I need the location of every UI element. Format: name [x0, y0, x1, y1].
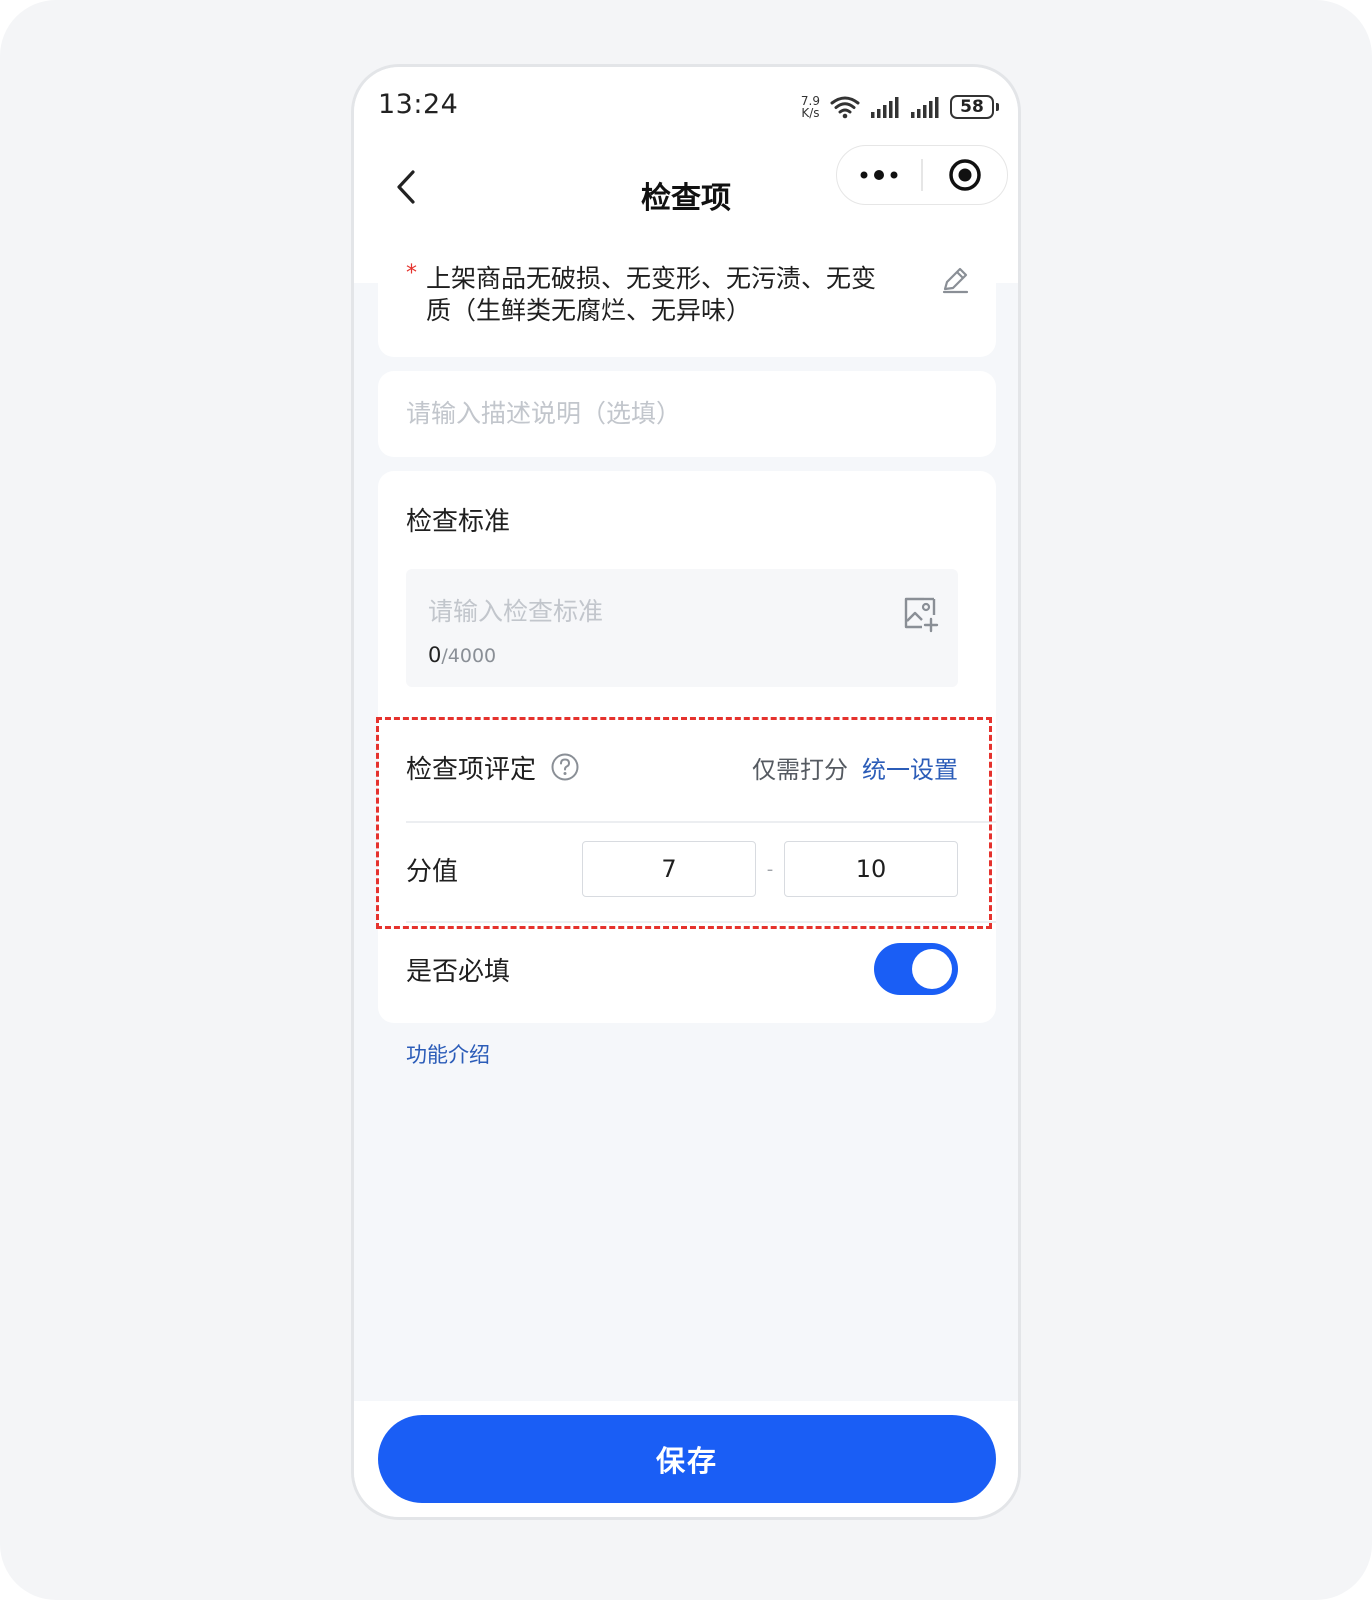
rating-mode: 仅需打分 统一设置 — [752, 750, 958, 785]
description-card — [378, 371, 996, 457]
char-count: 0 — [428, 643, 442, 667]
add-image-button[interactable] — [902, 595, 940, 633]
rating-mode-text: 仅需打分 — [752, 755, 848, 784]
close-miniprogram-button[interactable] — [923, 146, 1007, 204]
settings-card: 检查标准 0/4000 检查项 — [378, 471, 996, 1023]
unify-settings-link[interactable]: 统一设置 — [862, 750, 958, 785]
score-separator: - — [766, 858, 774, 880]
canvas-background: 13:24 7.9 K/s 58 检查项 * 上架商品无破损、无变形、无污渍、无… — [0, 0, 1372, 1600]
required-row: 是否必填 — [406, 939, 958, 999]
net-speed: 7.9 K/s — [801, 95, 820, 119]
toggle-knob — [912, 949, 952, 989]
signal-icon — [871, 97, 899, 118]
wifi-icon — [830, 96, 860, 119]
phone-frame: 13:24 7.9 K/s 58 检查项 * 上架商品无破损、无变形、无污渍、无… — [351, 64, 1021, 1520]
pencil-icon — [942, 267, 969, 294]
required-star: * — [406, 261, 417, 286]
bottom-bar: 保存 — [354, 1401, 1018, 1517]
required-toggle[interactable] — [874, 943, 958, 995]
description-input[interactable] — [406, 395, 966, 431]
score-label: 分值 — [406, 856, 459, 887]
score-range: 7 - 10 — [582, 841, 958, 897]
item-name: 上架商品无破损、无变形、无污渍、无变质（生鲜类无腐烂、无异味） — [426, 264, 877, 325]
item-name-card: * 上架商品无破损、无变形、无污渍、无变质（生鲜类无腐烂、无异味） — [378, 237, 996, 357]
target-circle-icon — [949, 159, 981, 191]
divider — [406, 921, 996, 923]
battery-level: 58 — [960, 97, 984, 117]
score-max-input[interactable]: 10 — [784, 841, 958, 897]
standard-title: 检查标准 — [406, 507, 511, 537]
more-button[interactable] — [837, 146, 921, 204]
edit-name-button[interactable] — [938, 263, 972, 297]
required-label: 是否必填 — [406, 956, 511, 987]
net-speed-unit: K/s — [801, 106, 820, 120]
image-add-icon — [904, 597, 939, 633]
feature-intro-link[interactable]: 功能介绍 — [406, 1039, 490, 1069]
signal-icon-2 — [911, 97, 939, 118]
score-min-input[interactable]: 7 — [582, 841, 756, 897]
divider — [406, 821, 996, 823]
rating-label: 检查项评定 — [406, 754, 537, 785]
standard-input[interactable] — [428, 593, 868, 629]
status-time: 13:24 — [378, 89, 459, 120]
status-bar: 13:24 7.9 K/s 58 — [354, 67, 1018, 145]
char-max: /4000 — [441, 645, 497, 667]
char-counter: 0/4000 — [428, 643, 496, 667]
more-dots-icon — [860, 170, 898, 180]
rating-row: 检查项评定 仅需打分 统一设置 — [406, 731, 958, 803]
standard-box: 0/4000 — [406, 569, 958, 687]
battery-icon: 58 — [950, 95, 999, 119]
mini-program-capsule — [836, 145, 1008, 205]
help-icon[interactable] — [550, 752, 580, 782]
status-icons: 7.9 K/s 58 — [801, 89, 999, 125]
score-row: 分值 7 - 10 — [406, 837, 958, 901]
save-button[interactable]: 保存 — [378, 1415, 996, 1503]
